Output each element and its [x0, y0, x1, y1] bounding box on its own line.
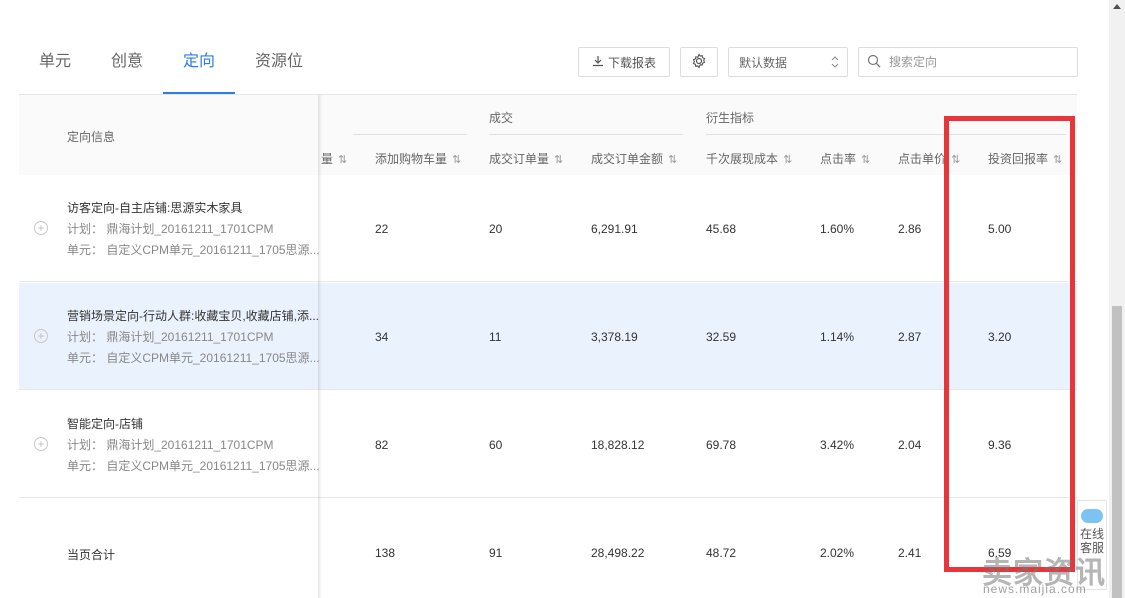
cell-add-cart: 22	[375, 222, 389, 236]
scroll-up-icon[interactable]	[1113, 4, 1121, 9]
total-orders: 91	[489, 546, 503, 560]
sort-icon[interactable]: ⇅	[551, 154, 563, 166]
cell-order-amount: 3,378.19	[591, 330, 638, 344]
cell-add-cart: 82	[375, 438, 389, 452]
header-partial-col[interactable]: 量 ⇅	[321, 150, 347, 167]
cell-cpc: 2.87	[898, 330, 922, 344]
download-report-label: 下载报表	[607, 55, 656, 70]
download-report-button[interactable]: 下载报表	[578, 47, 670, 77]
sort-icon[interactable]: ⇅	[665, 154, 677, 166]
search-input[interactable]	[887, 54, 1061, 70]
watermark-url: news.maijia.com	[983, 582, 1087, 596]
select-arrows-icon	[831, 54, 839, 73]
total-add-cart: 138	[375, 546, 396, 560]
tab-targeting[interactable]: 定向	[183, 52, 215, 72]
cell-cpm: 69.78	[706, 438, 737, 452]
data-select[interactable]: 默认数据	[728, 47, 848, 77]
download-icon	[592, 55, 604, 70]
header-info: 定向信息	[67, 130, 116, 144]
expand-plus-icon[interactable]: +	[34, 221, 48, 235]
sort-icon[interactable]: ⇅	[449, 154, 461, 166]
cell-orders: 11	[489, 330, 502, 344]
table-row: + 访客定向-自主店铺:思源实木家具 计划： 鼎海计划_20161211_170…	[19, 175, 1077, 282]
cell-ctr: 1.14%	[820, 330, 855, 344]
cell-add-cart: 34	[375, 330, 389, 344]
header-group-deal: 成交	[489, 111, 514, 125]
total-cpc: 2.41	[898, 546, 922, 560]
cell-ctr: 3.42%	[820, 438, 855, 452]
row-plan: 计划： 鼎海计划_20161211_1701CPM	[67, 330, 274, 344]
row-title: 智能定向-店铺	[67, 417, 143, 431]
header-cpm[interactable]: 千次展现成本 ⇅	[706, 150, 792, 167]
header-add-cart[interactable]: 添加购物车量 ⇅	[375, 150, 461, 167]
tab-creative[interactable]: 创意	[111, 52, 143, 72]
row-unit: 单元： 自定义CPM单元_20161211_1705思源...	[67, 351, 319, 365]
roi-highlight-box	[944, 116, 1075, 572]
header-orders[interactable]: 成交订单量 ⇅	[489, 150, 563, 167]
sort-icon[interactable]: ⇅	[780, 154, 792, 166]
total-order-amount: 28,498.22	[591, 546, 645, 560]
row-unit: 单元： 自定义CPM单元_20161211_1705思源...	[67, 459, 319, 473]
total-label: 当页合计	[67, 548, 116, 562]
header-order-amount[interactable]: 成交订单金额 ⇅	[591, 150, 677, 167]
cell-cpm: 32.59	[706, 330, 737, 344]
row-unit: 单元： 自定义CPM单元_20161211_1705思源...	[67, 243, 319, 257]
total-ctr: 2.02%	[820, 546, 855, 560]
data-select-value: 默认数据	[739, 55, 788, 70]
cell-orders: 20	[489, 222, 503, 236]
gear-icon	[691, 52, 707, 72]
row-plan: 计划： 鼎海计划_20161211_1701CPM	[67, 438, 274, 452]
row-title: 营销场景定向-行动人群:收藏宝贝,收藏店铺,添...	[67, 309, 319, 323]
vertical-scrollbar[interactable]	[1109, 0, 1125, 598]
cloud-icon	[1081, 509, 1103, 523]
search-icon	[867, 54, 881, 71]
settings-button[interactable]	[680, 47, 718, 77]
table-row: + 智能定向-店铺 计划： 鼎海计划_20161211_1701CPM 单元： …	[19, 391, 1077, 498]
scrollbar-thumb[interactable]	[1112, 306, 1122, 598]
tab-unit[interactable]: 单元	[39, 52, 71, 72]
fixed-column-shadow	[318, 95, 322, 598]
header-ctr[interactable]: 点击率 ⇅	[820, 150, 870, 167]
total-cpm: 48.72	[706, 546, 737, 560]
sort-icon[interactable]: ⇅	[335, 154, 347, 166]
cell-cpm: 45.68	[706, 222, 737, 236]
cell-cpc: 2.04	[898, 438, 922, 452]
cell-order-amount: 6,291.91	[591, 222, 638, 236]
chat-line1: 在线	[1079, 527, 1104, 541]
table-row: + 营销场景定向-行动人群:收藏宝贝,收藏店铺,添... 计划： 鼎海计划_20…	[19, 283, 1077, 390]
row-title: 访客定向-自主店铺:思源实木家具	[67, 201, 243, 215]
expand-plus-icon[interactable]: +	[34, 437, 48, 451]
expand-plus-icon[interactable]: +	[34, 329, 48, 343]
header-group-derived: 衍生指标	[706, 111, 755, 125]
group-line-deal	[489, 134, 683, 135]
cell-order-amount: 18,828.12	[591, 438, 645, 452]
group-line-prev	[353, 134, 467, 135]
total-row: 当页合计 138 91 28,498.22 48.72 2.02% 2.41 6…	[19, 499, 1077, 598]
row-plan: 计划： 鼎海计划_20161211_1701CPM	[67, 222, 274, 236]
cell-cpc: 2.86	[898, 222, 922, 236]
cell-orders: 60	[489, 438, 503, 452]
search-field[interactable]	[858, 47, 1078, 77]
cell-ctr: 1.60%	[820, 222, 855, 236]
sort-icon[interactable]: ⇅	[858, 154, 870, 166]
table-header: 定向信息 成交 衍生指标 量 ⇅ 添加购物车量 ⇅ 成交订单量 ⇅ 成交订单金额…	[19, 95, 1077, 175]
tab-resource[interactable]: 资源位	[255, 52, 303, 72]
